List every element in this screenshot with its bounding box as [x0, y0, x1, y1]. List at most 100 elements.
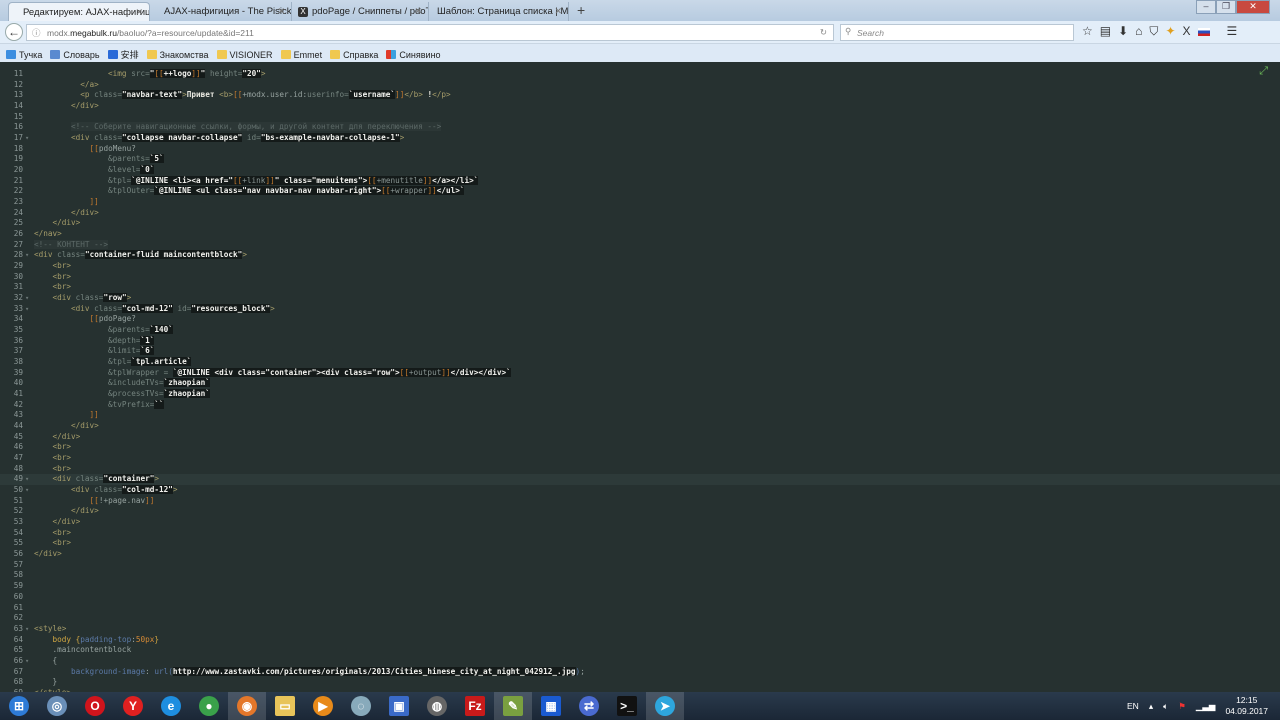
code-line[interactable]: 45 </div> — [0, 432, 1280, 443]
close-icon[interactable]: ✕ — [277, 6, 285, 17]
bookmark-item[interactable]: Тучка — [6, 47, 42, 62]
code-line[interactable]: 16 <!-- Соберите навигационные ссылки, ф… — [0, 122, 1280, 133]
code-line[interactable]: 47 <br> — [0, 453, 1280, 464]
bookmark-star-icon[interactable]: ☆ — [1082, 24, 1093, 39]
fold-toggle-icon[interactable]: ▾ — [25, 304, 29, 315]
bookmark-folder[interactable]: Знакомства — [146, 47, 209, 62]
bookmark-item[interactable]: Словарь — [50, 47, 100, 62]
fold-toggle-icon[interactable]: ▾ — [25, 474, 29, 485]
reading-list-icon[interactable]: ▤ — [1100, 24, 1111, 39]
taskbar-chrome[interactable]: ● — [190, 692, 228, 720]
tab-pdopage[interactable]: XpdoPage / Сниппеты / pdoT ✕ — [292, 2, 429, 21]
code-editor[interactable]: ⤢ 11 <img src="[[++logo]]" height="20"> 1… — [0, 62, 1280, 692]
code-line[interactable]: 22 &tplOuter=`@INLINE <ul class="nav nav… — [0, 186, 1280, 197]
code-line[interactable]: 52 </div> — [0, 506, 1280, 517]
code-line[interactable]: 32 ▾ <div class="row"> — [0, 293, 1280, 304]
code-line[interactable]: 48 <br> — [0, 464, 1280, 475]
code-line[interactable]: 29 <br> — [0, 261, 1280, 272]
code-line[interactable]: 17 ▾ <div class="collapse navbar-collapse… — [0, 133, 1280, 144]
back-button[interactable]: ← — [5, 23, 23, 41]
tab-editing[interactable]: Редактируем: AJAX-нафигиция |✕ — [8, 2, 150, 21]
restore-button[interactable]: ❐ — [1216, 0, 1236, 14]
code-line[interactable]: 11 <img src="[[++logo]]" height="20"> — [0, 69, 1280, 80]
fold-toggle-icon[interactable]: ▾ — [25, 133, 29, 144]
taskbar-remote-connection[interactable]: ⇄ — [570, 692, 608, 720]
taskbar-telegram[interactable]: ➤ — [646, 692, 684, 720]
code-line[interactable]: 65 .maincontentblock — [0, 645, 1280, 656]
reload-icon[interactable]: ↻ — [820, 27, 827, 38]
minimize-button[interactable]: – — [1196, 0, 1216, 14]
close-icon[interactable]: ✕ — [135, 7, 143, 18]
code-line[interactable]: 54 <br> — [0, 528, 1280, 539]
code-line[interactable]: 36 &depth=`1` — [0, 335, 1280, 347]
code-line[interactable]: 40 &includeTVs=`zhaopian` — [0, 378, 1280, 389]
new-tab-button[interactable]: + — [577, 2, 585, 18]
taskbar-internet-explorer[interactable]: e — [152, 692, 190, 720]
code-line[interactable]: 31 <br> — [0, 282, 1280, 293]
code-line[interactable]: 41 &processTVs=`zhaopian` — [0, 389, 1280, 400]
taskbar-safari[interactable]: ◎ — [38, 692, 76, 720]
code-line[interactable]: 56 </div> — [0, 549, 1280, 560]
code-line[interactable]: 68 } — [0, 677, 1280, 688]
bookmark-folder[interactable]: Справка — [330, 47, 378, 62]
code-line[interactable]: 46 <br> — [0, 442, 1280, 453]
tab-template[interactable]: Шаблон: Страница списка | MO ✕ — [429, 2, 569, 21]
code-line[interactable]: 50 ▾ <div class="col-md-12"> — [0, 485, 1280, 496]
code-line[interactable]: 59 — [0, 581, 1280, 592]
fold-toggle-icon[interactable]: ▾ — [25, 293, 29, 304]
language-indicator[interactable]: EN — [1127, 701, 1139, 711]
code-line[interactable]: 62 — [0, 613, 1280, 624]
bookmark-item[interactable]: 安排 — [107, 47, 139, 62]
tab-ajax[interactable]: AJAX-нафигиция - The Pisicks ✕ — [150, 2, 292, 21]
taskbar-firefox[interactable]: ◉ — [228, 692, 266, 720]
code-line[interactable]: 14 </div> — [0, 101, 1280, 112]
code-line[interactable]: 57 — [0, 560, 1280, 571]
code-line[interactable]: 15 — [0, 112, 1280, 123]
close-icon[interactable]: ✕ — [414, 6, 422, 17]
close-icon[interactable]: ✕ — [554, 6, 562, 17]
code-line[interactable]: 53 </div> — [0, 517, 1280, 528]
code-line[interactable]: 30 <br> — [0, 272, 1280, 283]
volume-icon[interactable]: 🔈︎ — [1163, 701, 1168, 712]
code-line[interactable]: 43 ]] — [0, 410, 1280, 421]
taskbar-file-explorer[interactable]: ▭ — [266, 692, 304, 720]
taskbar-command-prompt[interactable]: >_ — [608, 692, 646, 720]
code-line[interactable]: 37 &limit=`6` — [0, 346, 1280, 357]
code-line[interactable]: 19 &parents=`5` — [0, 154, 1280, 165]
taskbar-start[interactable]: ⊞ — [0, 692, 38, 720]
taskbar-notepad-plus[interactable]: ✎ — [494, 692, 532, 720]
code-line[interactable]: 28 ▾ <div class="container-fluid mainconte… — [0, 250, 1280, 261]
code-line[interactable]: 34 [[pdoPage? — [0, 314, 1280, 325]
code-line[interactable]: 42 &tvPrefix=`` — [0, 399, 1280, 411]
fold-toggle-icon[interactable]: ▾ — [25, 250, 29, 261]
code-line[interactable]: 39 &tplWrapper = `@INLINE <div class="co… — [0, 367, 1280, 379]
taskbar-yandex-browser[interactable]: Y — [114, 692, 152, 720]
code-line[interactable]: 12 </a> — [0, 80, 1280, 91]
code-line[interactable]: 20 &level=`0` — [0, 165, 1280, 176]
code-line[interactable]: 58 — [0, 570, 1280, 581]
show-hidden-icons-icon[interactable]: ▴ — [1149, 701, 1153, 712]
code-line[interactable]: 55 <br> — [0, 538, 1280, 549]
code-line[interactable]: 51 [[!+page.nav]] — [0, 496, 1280, 507]
taskbar-network-app[interactable]: ▣ — [380, 692, 418, 720]
code-line[interactable]: 63 ▾ <style> — [0, 624, 1280, 635]
url-bar[interactable]: ⓘ modx.megabulk.ru/baoluo/?a=resource/up… — [26, 24, 834, 41]
code-line[interactable]: 26 </nav> — [0, 229, 1280, 240]
download-icon[interactable]: ⬇ — [1118, 24, 1128, 39]
code-line[interactable]: 35 &parents=`140` — [0, 325, 1280, 336]
fold-toggle-icon[interactable]: ▾ — [25, 485, 29, 496]
code-line[interactable]: 33 ▾ <div class="col-md-12" id="resources… — [0, 303, 1280, 315]
taskbar-disc-app[interactable]: ◌ — [342, 692, 380, 720]
bookmark-item[interactable]: Синявино — [386, 47, 441, 62]
home-icon[interactable]: ⌂ — [1135, 24, 1142, 39]
search-input[interactable]: ⚲ Search — [840, 24, 1074, 41]
taskbar-filezilla[interactable]: Fz — [456, 692, 494, 720]
fold-toggle-icon[interactable]: ▾ — [25, 624, 29, 635]
code-line[interactable]: 23 ]] — [0, 197, 1280, 208]
code-line[interactable]: 13 <p class="navbar-text">Привет <b>[[+m… — [0, 90, 1280, 101]
code-line[interactable]: 25 </div> — [0, 218, 1280, 229]
bookmark-folder[interactable]: Emmet — [280, 47, 322, 62]
pocket-icon[interactable]: ⛉ — [1149, 24, 1158, 39]
info-icon[interactable]: ⓘ — [32, 27, 41, 39]
close-window-button[interactable]: ✕ — [1236, 0, 1270, 14]
